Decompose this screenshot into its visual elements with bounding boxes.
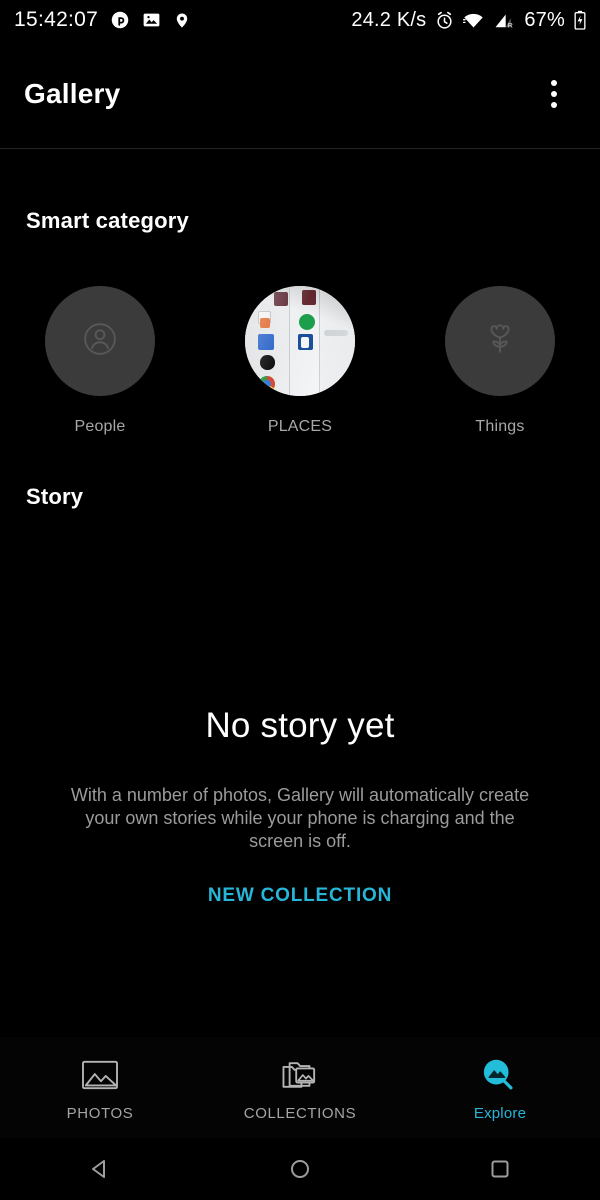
photo-icon: [142, 11, 161, 29]
app-bar: Gallery: [0, 40, 600, 148]
alarm-clock-icon: [435, 11, 454, 30]
story-heading: Story: [26, 484, 84, 509]
battery-charging-icon: [574, 10, 586, 30]
home-circle-icon[interactable]: [200, 1156, 400, 1182]
tab-explore[interactable]: Explore: [400, 1055, 600, 1122]
tab-collections-label: COLLECTIONS: [243, 1104, 357, 1122]
tab-photos-label: PHOTOS: [66, 1104, 134, 1122]
photos-image-icon: [81, 1055, 119, 1095]
new-collection-container: NEW COLLECTION: [0, 881, 600, 911]
page-title: Gallery: [24, 78, 121, 109]
battery-percent: 67%: [524, 8, 565, 31]
flower-icon: [478, 317, 522, 366]
recents-square-icon[interactable]: [400, 1156, 600, 1182]
smart-category-places[interactable]: PLACES: [220, 286, 380, 436]
places-circle[interactable]: [245, 286, 355, 396]
tab-collections[interactable]: COLLECTIONS: [200, 1055, 400, 1122]
appbar-divider: [0, 148, 600, 149]
people-label: People: [74, 418, 126, 435]
cellular-signal-roaming-icon: R: [493, 12, 515, 29]
network-speed: 24.2 K/s: [351, 8, 427, 31]
bottom-navigation: PHOTOS COLLECTIONS Explore: [0, 1038, 600, 1138]
person-icon: [77, 316, 123, 367]
status-clock: 15:42:07: [14, 8, 99, 31]
places-photo-thumbnail: [245, 286, 355, 396]
things-label: Things: [475, 418, 525, 435]
smart-category-heading: Smart category: [26, 208, 189, 233]
explore-search-icon: [480, 1055, 520, 1095]
gallery-app-screen: 15:42:07 24.2 K/s R 67% Gallery Smart ca…: [0, 0, 600, 1200]
tab-explore-label: Explore: [473, 1104, 527, 1122]
empty-state-title: No story yet: [205, 706, 395, 745]
status-bar: 15:42:07 24.2 K/s R 67%: [0, 0, 600, 40]
location-pin-icon: [174, 11, 190, 30]
new-collection-button[interactable]: NEW COLLECTION: [198, 881, 402, 911]
wifi-icon: [463, 12, 484, 29]
svg-text:R: R: [508, 22, 513, 29]
tab-photos[interactable]: PHOTOS: [0, 1055, 200, 1122]
places-label: PLACES: [267, 418, 333, 435]
android-navigation-bar: [0, 1138, 600, 1200]
collections-folder-icon: [281, 1055, 319, 1095]
smart-category-things[interactable]: Things: [420, 286, 580, 436]
status-bar-right: 24.2 K/s R 67%: [351, 9, 586, 32]
things-circle[interactable]: [445, 286, 555, 396]
empty-state-description: With a number of photos, Gallery will au…: [70, 785, 530, 851]
overflow-menu-icon[interactable]: [532, 70, 576, 118]
smart-category-list: People PLACES Things: [0, 286, 600, 436]
pinterest-p-icon: [111, 11, 129, 29]
smart-category-people[interactable]: People: [20, 286, 180, 436]
status-bar-left: 15:42:07: [14, 8, 190, 32]
back-triangle-icon[interactable]: [0, 1156, 200, 1182]
people-circle[interactable]: [45, 286, 155, 396]
